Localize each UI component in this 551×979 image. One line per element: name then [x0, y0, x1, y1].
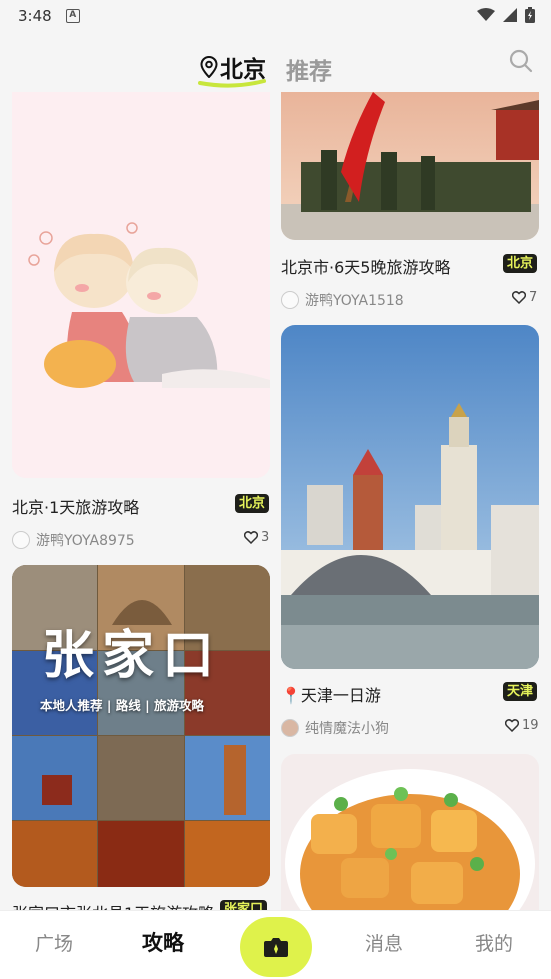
heart-icon: [505, 719, 519, 732]
notification-icon: A: [65, 9, 80, 23]
camera-post-button[interactable]: [240, 917, 312, 977]
wifi-icon: [477, 8, 495, 21]
tab-recommend[interactable]: 推荐: [286, 52, 332, 86]
card-author[interactable]: 游鸭YOYA1518: [281, 290, 404, 310]
bottom-nav: 广场 攻略 消息 我的: [0, 910, 551, 979]
card-author[interactable]: 纯情魔法小狗: [281, 718, 389, 738]
nav-messages[interactable]: 消息: [365, 929, 403, 956]
like-button[interactable]: 3: [244, 530, 269, 545]
avatar: [281, 719, 299, 737]
bridge-image: [281, 325, 539, 669]
food-image: [281, 754, 539, 910]
guide-feed[interactable]: 北京·1天旅游攻略 北京 游鸭YOYA8975 3 张家口 本地人推荐 | 路线…: [0, 92, 551, 910]
nav-square[interactable]: 广场: [35, 929, 73, 956]
illustration-image: [12, 92, 270, 478]
avatar: [12, 531, 30, 549]
city-tag: 北京: [235, 494, 270, 513]
heart-icon: [512, 291, 526, 304]
avatar: [281, 291, 299, 309]
city-tag: 张家口: [220, 900, 268, 910]
author-name: 游鸭YOYA1518: [305, 293, 404, 309]
nav-mine[interactable]: 我的: [475, 929, 513, 956]
collage-overlay-title: 张家口: [42, 625, 223, 686]
collage-overlay-subtitle: 本地人推荐 | 路线 | 旅游攻略: [40, 698, 205, 713]
author-name: 纯情魔法小狗: [305, 721, 389, 737]
battery-icon: [525, 7, 535, 23]
card-image-ceremony: [281, 92, 539, 240]
card-title: 张家口市张北县1天旅游攻略: [12, 900, 222, 910]
card-author[interactable]: 游鸭YOYA8975: [12, 530, 135, 550]
card-image-bridge: [281, 325, 539, 669]
like-count: 3: [261, 530, 270, 545]
card-image-collage: 张家口 本地人推荐 | 路线 | 旅游攻略: [12, 565, 270, 887]
card-title: 📍天津一日游: [281, 686, 381, 705]
top-header: 北京 推荐: [0, 40, 551, 92]
ceremony-image: [281, 92, 539, 240]
signal-icon: [503, 8, 517, 22]
heart-icon: [244, 531, 258, 544]
author-name: 游鸭YOYA8975: [36, 533, 135, 549]
nav-guide[interactable]: 攻略: [142, 927, 184, 957]
location-pin-icon: [200, 56, 218, 78]
like-button[interactable]: 19: [505, 718, 539, 733]
card-title: 北京市·6天5晚旅游攻略: [281, 258, 451, 277]
active-tab-underline: [198, 79, 266, 88]
status-icons: [477, 7, 535, 23]
status-bar: 3:48 A: [0, 0, 551, 32]
card-image-food: [281, 754, 539, 910]
like-count: 19: [522, 718, 539, 733]
camera-icon: [264, 938, 288, 957]
like-button[interactable]: 7: [512, 290, 537, 305]
city-tag: 天津: [503, 682, 538, 701]
city-tag: 北京: [503, 254, 538, 273]
search-icon[interactable]: [508, 48, 534, 74]
card-image-illustration: [12, 92, 270, 478]
status-time: 3:48: [18, 7, 52, 25]
card-title: 北京·1天旅游攻略: [12, 498, 140, 517]
like-count: 7: [529, 290, 538, 305]
